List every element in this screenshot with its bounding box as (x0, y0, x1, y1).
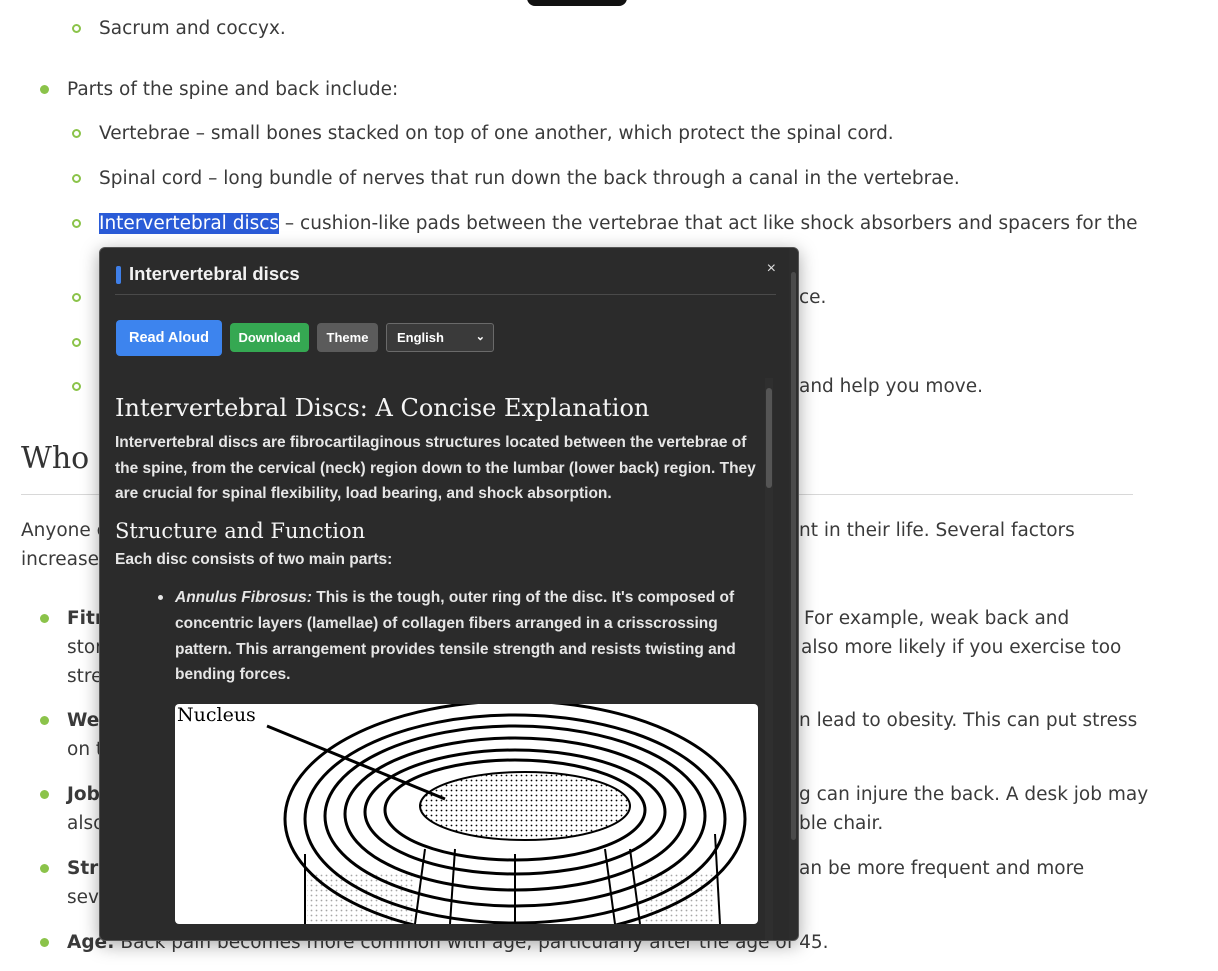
list-bullet-icon (72, 129, 81, 138)
content-scrollbar[interactable] (765, 378, 773, 940)
list-item-text: – cushion-like pads between the vertebra… (279, 213, 1138, 234)
paragraph-fragment: increase (21, 549, 99, 570)
list-bullet-icon (40, 614, 49, 623)
read-aloud-button[interactable]: Read Aloud (116, 320, 222, 356)
risk-item-text: an be more frequent and more (799, 858, 1085, 879)
list-bullet-icon (40, 716, 49, 725)
browser-top-tab (527, 0, 627, 6)
content-list-item: Annulus Fibrosus: This is the tough, out… (158, 585, 761, 688)
theme-button[interactable]: Theme (317, 323, 378, 352)
list-bullet-icon (40, 864, 49, 873)
risk-item-text: ble chair. (799, 813, 884, 834)
title-accent-bar (116, 266, 121, 284)
list-bullet-icon (72, 338, 81, 347)
risk-item-text: also more likely if you exercise too (801, 637, 1122, 658)
popup-title: Intervertebral discs (129, 263, 300, 284)
risk-item-text: on t (67, 739, 104, 760)
list-item: Intervertebral discs – cushion-like pads… (99, 209, 1138, 238)
paragraph-fragment: nt in their life. Several factors (799, 520, 1075, 541)
close-icon[interactable]: × (767, 260, 776, 278)
list-bullet-icon (40, 938, 49, 947)
list-bullet-icon (72, 174, 81, 183)
list-item: Vertebrae – small bones stacked on top o… (99, 123, 894, 144)
chevron-down-icon: ⌄ (475, 331, 485, 343)
figure-label: Nucleus (177, 703, 256, 726)
list-bullet-icon (158, 595, 163, 601)
content-intro: Intervertebral discs are fibrocartilagin… (115, 434, 756, 503)
content-scrollbar-thumb[interactable] (766, 388, 772, 488)
risk-item-text: n lead to obesity. This can put stress (799, 710, 1138, 731)
list-bullet-icon (40, 85, 49, 94)
list-item-fragment: and help you move. (799, 376, 983, 397)
list-item: Parts of the spine and back include: (67, 79, 399, 100)
selected-text[interactable]: Intervertebral discs (99, 213, 280, 234)
list-item-fragment: ce. (799, 287, 827, 308)
risk-item-text: g can injure the back. A desk job may (799, 784, 1149, 805)
paragraph-fragment: Anyone c (21, 520, 107, 541)
popup-scrollbar[interactable] (789, 248, 798, 940)
list-bullet-icon (72, 24, 81, 33)
list-bullet-icon (40, 790, 49, 799)
disc-illustration (266, 703, 747, 924)
risk-item-text: For example, weak back and (804, 608, 1070, 629)
content-subheading: Structure and Function (115, 519, 366, 544)
term-label: Annulus Fibrosus: (175, 589, 312, 607)
popup-header: Intervertebral discs × (115, 260, 776, 295)
language-selected: English (397, 330, 444, 345)
content-title: Intervertebral Discs: A Concise Explanat… (115, 394, 650, 422)
disc-diagram-image: Nucleus (175, 703, 758, 924)
definition-popup[interactable]: Intervertebral discs × Read Aloud Downlo… (99, 247, 799, 941)
list-bullet-icon (72, 293, 81, 302)
content-paragraph: Each disc consists of two main parts: (115, 551, 393, 569)
list-item: Spinal cord – long bundle of nerves that… (99, 168, 960, 189)
list-bullet-icon (72, 219, 81, 228)
risk-item-text: stre (67, 666, 103, 687)
list-bullet-icon (72, 382, 81, 391)
download-button[interactable]: Download (230, 323, 309, 352)
risk-item-text: stor (67, 637, 103, 658)
popup-content[interactable]: Intervertebral Discs: A Concise Explanat… (115, 388, 761, 940)
popup-scrollbar-thumb[interactable] (791, 272, 796, 840)
language-select[interactable]: English ⌄ (386, 323, 494, 352)
list-item: Sacrum and coccyx. (99, 18, 286, 39)
